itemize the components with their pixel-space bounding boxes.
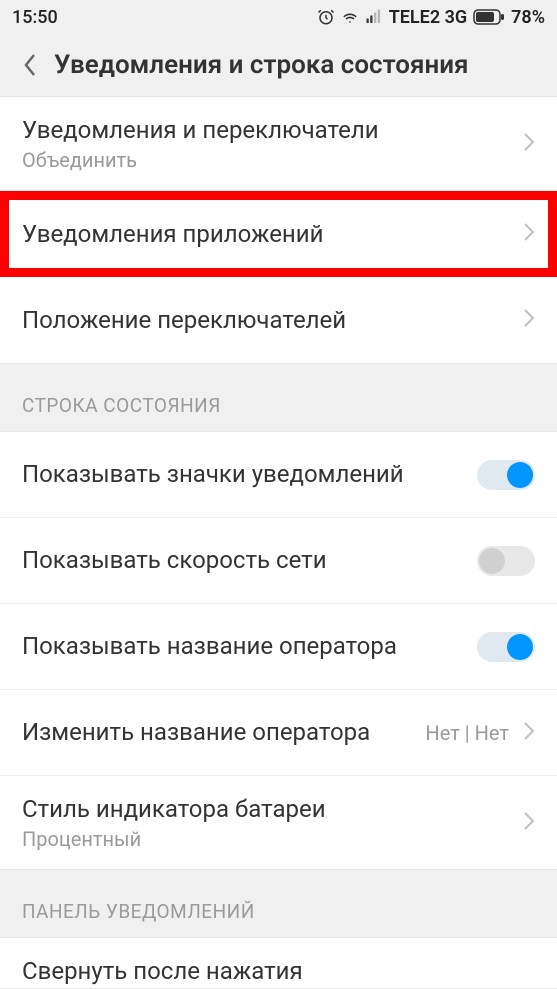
signal-icon [365,8,383,26]
list-item-value: Нет | Нет [425,721,509,745]
wifi-icon [341,8,359,26]
item-show-carrier-name[interactable]: Показывать название оператора [0,604,557,690]
section-3: Свернуть после нажатия [0,937,557,988]
back-button[interactable] [14,49,46,81]
battery-icon [473,9,505,25]
toggle-switch[interactable] [477,632,535,662]
status-carrier: TELE2 3G [389,7,467,28]
list-item-subtitle: Процентный [22,827,523,851]
item-collapse-after-tap[interactable]: Свернуть после нажатия [0,938,557,987]
status-battery: 78% [511,7,545,28]
chevron-right-icon [523,811,535,835]
section-2: Показывать значки уведомлений Показывать… [0,431,557,870]
chevron-left-icon [23,53,37,77]
toggle-switch[interactable] [477,546,535,576]
list-item-title: Стиль индикатора батареи [22,794,523,825]
item-app-notifications[interactable]: Уведомления приложений [0,191,557,277]
status-right: TELE2 3G 78% [317,7,545,28]
list-item-title: Показывать скорость сети [22,545,477,576]
section-header-panel: ПАНЕЛЬ УВЕДОМЛЕНИЙ [0,870,557,937]
list-item-title: Показывать значки уведомлений [22,459,477,490]
item-toggle-position[interactable]: Положение переключателей [0,277,557,363]
list-item-title: Свернуть после нажатия [22,956,535,987]
list-item-subtitle: Объединить [22,148,523,172]
chevron-right-icon [523,721,535,745]
list-item-title: Показывать название оператора [22,631,477,662]
status-bar: 15:50 TELE2 3G 78% [0,0,557,34]
section-1: Уведомления и переключатели Объединить У… [0,96,557,364]
list-item-title: Изменить название оператора [22,717,425,748]
toggle-switch[interactable] [477,460,535,490]
item-change-carrier-name[interactable]: Изменить название оператора Нет | Нет [0,690,557,776]
chevron-right-icon [523,132,535,156]
status-time: 15:50 [12,7,58,28]
item-show-network-speed[interactable]: Показывать скорость сети [0,518,557,604]
chevron-right-icon [523,222,535,246]
page-title: Уведомления и строка состояния [54,50,469,80]
item-battery-indicator-style[interactable]: Стиль индикатора батареи Процентный [0,776,557,869]
list-item-title: Уведомления приложений [22,219,523,250]
item-show-notification-icons[interactable]: Показывать значки уведомлений [0,432,557,518]
item-notifications-toggles[interactable]: Уведомления и переключатели Объединить [0,97,557,191]
section-header-statusbar: СТРОКА СОСТОЯНИЯ [0,364,557,431]
header: Уведомления и строка состояния [0,34,557,96]
list-item-title: Положение переключателей [22,305,523,336]
list-item-title: Уведомления и переключатели [22,115,523,146]
alarm-icon [317,8,335,26]
chevron-right-icon [523,308,535,332]
